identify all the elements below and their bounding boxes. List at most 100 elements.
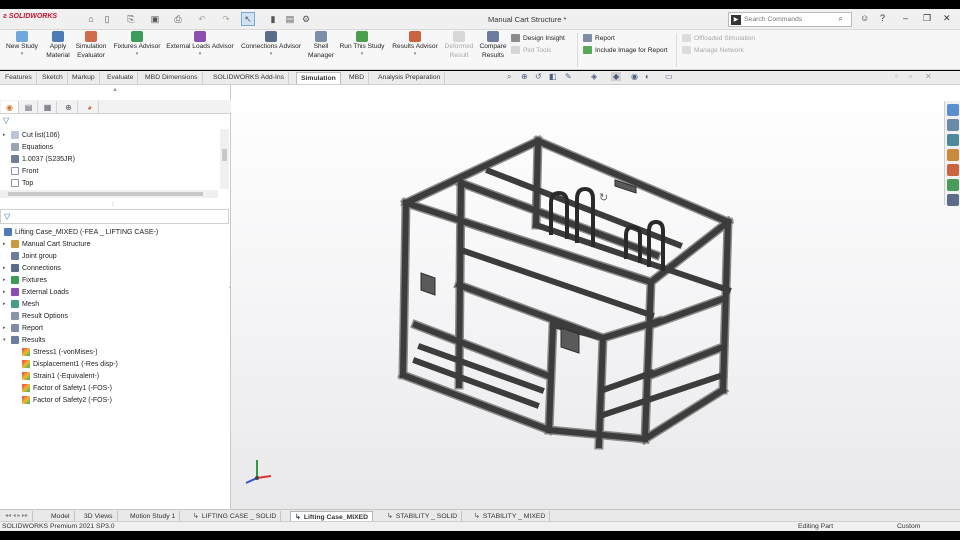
tree-item-results[interactable]: ▾ Results: [3, 334, 45, 346]
help-user-icon[interactable]: ☺: [860, 13, 869, 23]
tree-horizontal-scrollbar[interactable]: [0, 190, 218, 198]
hide-show-items-icon[interactable]: ◉: [631, 72, 638, 81]
study-title-row[interactable]: Lifting Case_MIXED (-FEA _ LIFTING CASE-…: [4, 226, 158, 238]
displaymanager-tab-icon[interactable]: ◕: [81, 101, 99, 113]
offloaded-simulation-button[interactable]: Offloaded Simulation: [682, 33, 755, 43]
view-settings-icon[interactable]: ▭: [665, 72, 673, 81]
result-stress1[interactable]: Stress1 (-vonMises-): [22, 346, 98, 358]
result-strain1[interactable]: Strain1 (-Equivalent-): [22, 370, 99, 382]
edit-appearance-icon[interactable]: ◐: [645, 72, 650, 81]
external-loads-advisor-button[interactable]: External Loads Advisor ▾: [164, 31, 236, 57]
help-icon[interactable]: ?: [880, 13, 885, 23]
save-icon[interactable]: ▣: [148, 12, 162, 26]
view-orientation-icon[interactable]: ◈: [591, 72, 597, 81]
new-study-button[interactable]: New Study ▾: [4, 31, 40, 57]
tab-solidworks-add-ins[interactable]: SOLIDWORKS Add-Ins: [209, 72, 290, 84]
forum-icon[interactable]: [947, 194, 959, 206]
expand-arrow-icon[interactable]: ▸: [3, 132, 11, 138]
open-icon[interactable]: ⎘: [124, 12, 138, 26]
expand-arrow-icon[interactable]: ▸: [3, 277, 11, 283]
dynamic-annotation-icon[interactable]: ✎: [565, 72, 572, 81]
undo-icon[interactable]: ↶: [195, 12, 209, 26]
tree-item-material[interactable]: 1.0037 (S235JR): [3, 153, 75, 165]
select-pointer-icon[interactable]: ↖: [241, 12, 255, 26]
tree-item-joint-group[interactable]: Joint group: [3, 250, 57, 262]
filter-icon[interactable]: ▽: [3, 116, 9, 125]
tab-evaluate[interactable]: Evaluate: [103, 72, 139, 84]
tab-features[interactable]: Features: [1, 72, 37, 84]
scrollbar-thumb[interactable]: [8, 192, 203, 196]
shell-manager-button[interactable]: Shell Manager: [306, 31, 336, 60]
featuremanager-tab-icon[interactable]: ◉: [1, 101, 19, 113]
tab-mbd-dimensions[interactable]: MBD Dimensions: [141, 72, 203, 84]
tree-item-fixtures[interactable]: ▸ Fixtures: [3, 274, 47, 286]
tree-item-equations[interactable]: Equations: [3, 141, 53, 153]
search-icon[interactable]: ⌕: [839, 14, 843, 24]
minimize-icon[interactable]: –: [903, 13, 908, 23]
expand-arrow-icon[interactable]: ▸: [3, 265, 11, 271]
restore-viewport-icon[interactable]: ▫: [895, 72, 898, 81]
fixtures-advisor-button[interactable]: Fixtures Advisor ▾: [111, 31, 163, 57]
manage-network-button[interactable]: Manage Network: [682, 45, 744, 55]
solidworks-logo[interactable]: ƨ SOLIDWORKS: [3, 13, 57, 20]
new-document-icon[interactable]: ▯: [100, 12, 114, 26]
tab-sketch[interactable]: Sketch: [38, 72, 68, 84]
result-factor-of-safety1[interactable]: Factor of Safety1 (-FOS-): [22, 382, 112, 394]
tree-item-result-options[interactable]: Result Options: [3, 310, 68, 322]
tree-item-cut-list[interactable]: ▸ Cut list(106): [3, 129, 60, 141]
expand-arrow-icon[interactable]: ▸: [3, 289, 11, 295]
custom-properties-icon[interactable]: [947, 179, 959, 191]
tree-item-manual-cart-structure[interactable]: ▸ Manual Cart Structure: [3, 238, 90, 250]
expand-arrow-icon[interactable]: ▸: [3, 325, 11, 331]
apply-material-button[interactable]: Apply Material: [44, 31, 72, 60]
simulation-evaluator-button[interactable]: Simulation Evaluator: [74, 31, 108, 60]
splitter-grip-icon[interactable]: ⁝: [112, 201, 114, 208]
design-insight-button[interactable]: Design Insight: [511, 33, 565, 43]
tree-item-front-plane[interactable]: Front: [3, 165, 38, 177]
tree-item-top-plane[interactable]: Top: [3, 177, 33, 189]
result-displacement1[interactable]: Displacement1 (-Res disp-): [22, 358, 118, 370]
tab-analysis-preparation[interactable]: Analysis Preparation: [374, 72, 446, 84]
section-view-icon[interactable]: ◧: [549, 72, 557, 81]
unit-system[interactable]: Custom: [897, 523, 920, 530]
restore-icon[interactable]: ❐: [923, 13, 931, 24]
dimxpert-tab-icon[interactable]: ⊕: [60, 101, 78, 113]
expand-arrow-icon[interactable]: ▾: [3, 337, 11, 343]
propertymanager-tab-icon[interactable]: ▤: [20, 101, 38, 113]
configurationmanager-tab-icon[interactable]: ▦: [39, 101, 57, 113]
simulation-filter-bar[interactable]: ▽: [0, 209, 229, 224]
compare-results-button[interactable]: Compare Results: [478, 31, 508, 60]
report-button[interactable]: Report: [583, 33, 615, 43]
run-this-study-button[interactable]: Run This Study ▾: [338, 31, 386, 57]
expand-arrow-icon[interactable]: ▸: [3, 241, 11, 247]
tab-simulation[interactable]: Simulation: [296, 72, 341, 84]
traffic-light-icon[interactable]: ▮: [266, 12, 280, 26]
tree-vertical-scrollbar[interactable]: [220, 129, 229, 189]
scrollbar-thumb[interactable]: [222, 149, 227, 161]
tab-markup[interactable]: Markup: [68, 72, 100, 84]
maximize-viewport-icon[interactable]: ▫: [909, 72, 912, 81]
tree-item-connections[interactable]: ▸ Connections: [3, 262, 61, 274]
cart-frame-model[interactable]: ↻: [231, 85, 960, 509]
display-style-icon[interactable]: ◆: [611, 72, 622, 81]
connections-advisor-button[interactable]: Connections Advisor ▾: [238, 31, 304, 57]
previous-view-icon[interactable]: ↺: [535, 72, 542, 81]
tree-item-external-loads[interactable]: ▸ External Loads: [3, 286, 69, 298]
search-commands-input[interactable]: ▶ Search Commands ⌕: [728, 12, 852, 27]
close-icon[interactable]: ✕: [943, 13, 951, 24]
result-factor-of-safety2[interactable]: Factor of Safety2 (-FOS-): [22, 394, 112, 406]
include-image-for-report-button[interactable]: Include Image for Report: [583, 45, 668, 55]
redo-icon[interactable]: ↷: [219, 12, 233, 26]
graphics-area[interactable]: ↻: [231, 85, 960, 509]
expand-arrow-icon[interactable]: ▸: [3, 301, 11, 307]
close-viewport-icon[interactable]: ✕: [925, 72, 932, 81]
appearances-icon[interactable]: [947, 164, 959, 176]
solidworks-resources-icon[interactable]: [947, 104, 959, 116]
collapse-arrow-icon[interactable]: ▲: [112, 87, 118, 93]
home-icon[interactable]: ⌂: [84, 12, 98, 26]
file-properties-icon[interactable]: ▤: [283, 12, 297, 26]
deformed-result-button[interactable]: Deformed Result: [442, 31, 476, 60]
zoom-to-fit-icon[interactable]: ⌕: [507, 72, 511, 82]
filter-icon[interactable]: ▽: [4, 212, 10, 221]
results-advisor-button[interactable]: Results Advisor ▾: [390, 31, 440, 57]
